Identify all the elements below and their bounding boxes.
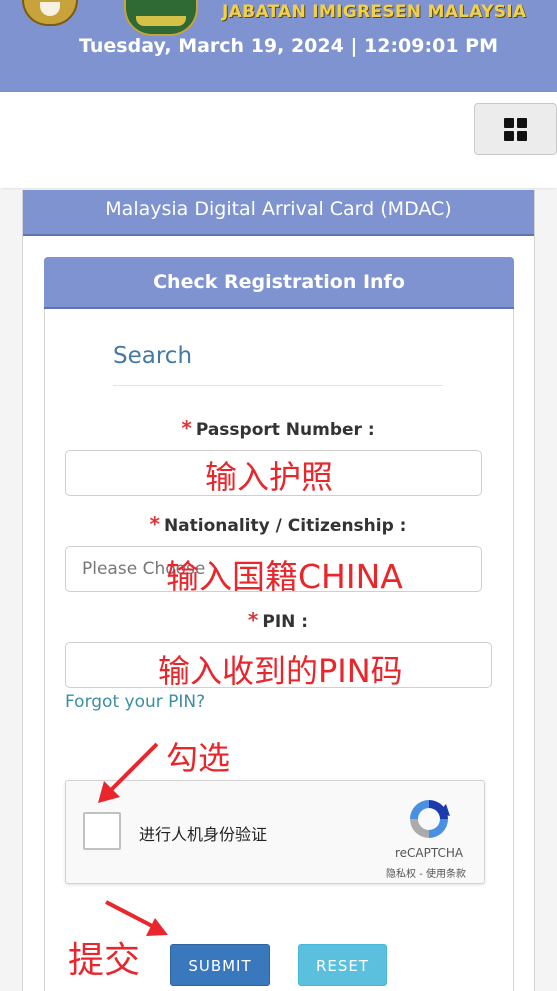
grid-icon xyxy=(504,118,528,142)
card-title: Malaysia Digital Arrival Card (MDAC) xyxy=(23,190,534,236)
current-datetime: Tuesday, March 19, 2024 | 12:09:01 PM xyxy=(79,35,498,57)
recaptcha-widget: 进行人机身份验证 reCAPTCHA 隐私权 - 使用条款 xyxy=(65,780,485,884)
recaptcha-checkbox[interactable] xyxy=(83,812,121,850)
search-heading: Search xyxy=(113,343,193,369)
passport-label: * Passport Number : xyxy=(43,416,513,440)
check-annotation: 勾选 xyxy=(166,739,231,777)
navbar xyxy=(0,92,557,188)
recaptcha-logo-icon xyxy=(410,800,450,838)
recaptcha-label: 进行人机身份验证 xyxy=(139,825,268,844)
nationality-label: * Nationality / Citizenship : xyxy=(43,512,513,536)
required-mark: * xyxy=(149,512,160,536)
submit-annotation: 提交 xyxy=(68,940,141,981)
agency-name: JABATAN IMIGRESEN MALAYSIA xyxy=(222,2,527,22)
immigration-logo xyxy=(124,0,198,36)
submit-button[interactable]: SUBMIT xyxy=(170,944,270,986)
pin-annotation: 输入收到的PIN码 xyxy=(158,652,403,690)
recaptcha-terms-links[interactable]: 隐私权 - 使用条款 xyxy=(370,865,482,880)
top-banner: JABATAN IMIGRESEN MALAYSIA Tuesday, Marc… xyxy=(0,0,557,92)
pin-label-text: PIN : xyxy=(262,612,309,632)
reset-button[interactable]: RESET xyxy=(298,944,387,986)
forgot-pin-link[interactable]: Forgot your PIN? xyxy=(65,692,205,712)
recaptcha-brand: reCAPTCHA xyxy=(394,846,464,860)
passport-label-text: Passport Number : xyxy=(195,420,375,440)
search-divider xyxy=(113,385,443,386)
required-mark: * xyxy=(181,416,192,440)
required-mark: * xyxy=(247,608,259,632)
nationality-label-text: Nationality / Citizenship : xyxy=(163,516,407,536)
pin-label: * PIN : xyxy=(43,608,513,632)
coat-of-arms-logo xyxy=(22,0,78,26)
passport-annotation: 输入护照 xyxy=(205,458,334,496)
panel-title: Check Registration Info xyxy=(44,257,514,309)
menu-button[interactable] xyxy=(474,103,557,155)
nationality-annotation: 输入国籍CHINA xyxy=(166,557,403,596)
